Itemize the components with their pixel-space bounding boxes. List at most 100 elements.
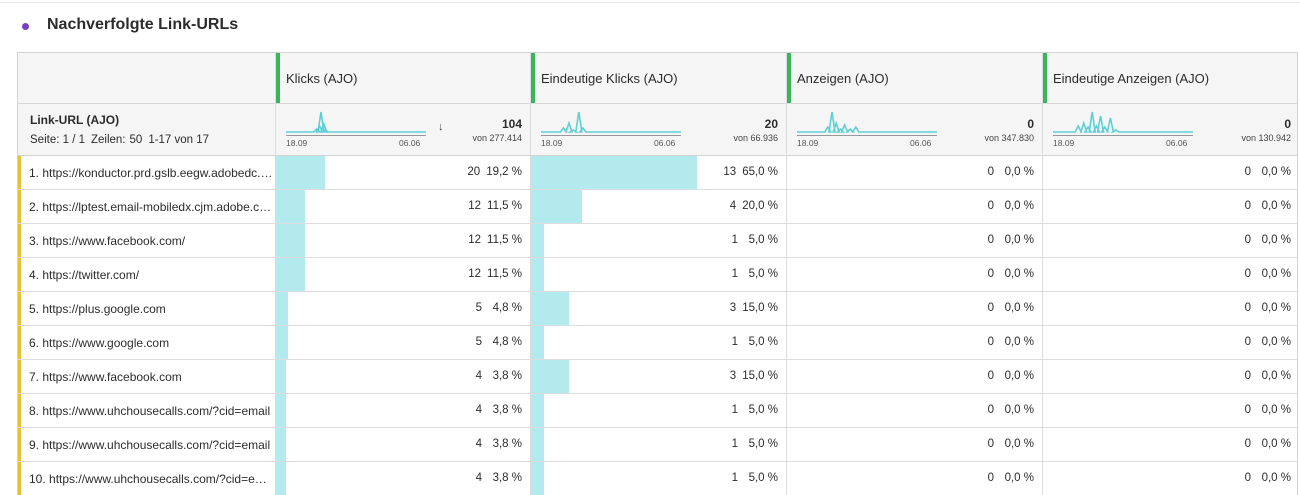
metric-cell[interactable]: 0 0,0 % — [786, 360, 1042, 393]
metric-cell[interactable]: 0 0,0 % — [786, 292, 1042, 325]
metric-cell[interactable]: 4 3,8 % — [275, 394, 530, 427]
metric-cell[interactable]: 0 0,0 % — [1042, 428, 1297, 461]
metric-values: 0 0,0 % — [1245, 302, 1291, 314]
dimension-cell[interactable]: 5. https://plus.google.com — [18, 292, 275, 325]
metric-cell[interactable]: 4 3,8 % — [275, 462, 530, 495]
metric-cell[interactable]: 0 0,0 % — [786, 394, 1042, 427]
rows-label: Zeilen: — [90, 134, 126, 146]
metric-cell[interactable]: 20 19,2 % — [275, 156, 530, 189]
table-row[interactable]: 2. https://lptest.email-mobiledx.cjm.ado… — [18, 190, 1297, 224]
metric-cell[interactable]: 0 0,0 % — [1042, 156, 1297, 189]
dimension-cell[interactable]: 7. https://www.facebook.com — [18, 360, 275, 393]
table-row[interactable]: 3. https://www.facebook.com/12 11,5 % 1 5,0… — [18, 224, 1297, 258]
metric-cell[interactable]: 0 0,0 % — [1042, 224, 1297, 257]
metric-percent: 3,8 % — [492, 404, 522, 416]
metric-cell[interactable]: 12 11,5 % — [275, 190, 530, 223]
rows-per-page-select[interactable]: 50 — [130, 134, 143, 146]
metric-cell[interactable]: 5 4,8 % — [275, 292, 530, 325]
metric-value: 0 — [987, 370, 994, 382]
metric-cell[interactable]: 1 5,0 % — [530, 462, 786, 495]
metric-cell[interactable]: 0 0,0 % — [786, 428, 1042, 461]
table-row[interactable]: 10. https://www.uhchousecalls.com/?cid=e… — [18, 462, 1297, 495]
metric-cell[interactable]: 1 5,0 % — [530, 394, 786, 427]
dimension-cell[interactable]: 2. https://lptest.email-mobiledx.cjm.ado… — [18, 190, 275, 223]
metric-cell[interactable]: 3 15,0 % — [530, 292, 786, 325]
metric-cell[interactable]: 1 5,0 % — [530, 258, 786, 291]
dimension-cell[interactable]: 1. https://konductor.prd.gslb.eegw.adobe… — [18, 156, 275, 189]
metric-values: 5 4,8 % — [476, 336, 522, 348]
metric-header-impressions[interactable]: Anzeigen (AJO) — [786, 53, 1042, 103]
link-url-label: 9. https://www.uhchousecalls.com/?cid=em… — [29, 438, 271, 452]
metric-cell[interactable]: 1 5,0 % — [530, 224, 786, 257]
dimension-cell[interactable]: 6. https://www.google.com — [18, 326, 275, 359]
metric-cell[interactable]: 4 3,8 % — [275, 428, 530, 461]
metric-cell[interactable]: 1 5,0 % — [530, 326, 786, 359]
metric-cell[interactable]: 0 0,0 % — [1042, 292, 1297, 325]
table-row[interactable]: 1. https://konductor.prd.gslb.eegw.adobe… — [18, 156, 1297, 190]
metric-values: 0 0,0 % — [1245, 166, 1291, 178]
dimension-cell[interactable]: 4. https://twitter.com/ — [18, 258, 275, 291]
metric-cell[interactable]: 0 0,0 % — [1042, 462, 1297, 495]
metric-percent: 4,8 % — [492, 336, 522, 348]
table-row[interactable]: 8. https://www.uhchousecalls.com/?cid=em… — [18, 394, 1297, 428]
table-row[interactable]: 5. https://plus.google.com 5 4,8 % 3 15,0 % 0… — [18, 292, 1297, 326]
sparkline-series — [286, 111, 426, 133]
table-row[interactable]: 4. https://twitter.com/12 11,5 % 1 5,0 % 0 0,… — [18, 258, 1297, 292]
metric-percent-bar — [531, 190, 582, 223]
table-row[interactable]: 7. https://www.facebook.com 4 3,8 % 3 15,0 %… — [18, 360, 1297, 394]
metric-values: 0 0,0 % — [988, 234, 1034, 246]
metric-cell[interactable]: 0 0,0 % — [1042, 326, 1297, 359]
sort-descending-icon[interactable]: ↓ — [438, 121, 444, 133]
metric-cell[interactable]: 0 0,0 % — [1042, 258, 1297, 291]
metric-cell[interactable]: 3 15,0 % — [530, 360, 786, 393]
metric-percent: 0,0 % — [1261, 234, 1291, 246]
metric-percent: 15,0 % — [742, 302, 778, 314]
table-row[interactable]: 6. https://www.google.com 5 4,8 % 1 5,0 % 0 0,… — [18, 326, 1297, 360]
metric-cell[interactable]: 13 65,0 % — [530, 156, 786, 189]
metric-header-clicks[interactable]: Klicks (AJO) — [275, 53, 530, 103]
link-url-label: 4. https://twitter.com/ — [29, 268, 140, 282]
page-label: Seite: 1 / 1 — [30, 134, 85, 146]
metric-percent: 0,0 % — [1004, 234, 1034, 246]
metric-cell[interactable]: 0 0,0 % — [1042, 360, 1297, 393]
dimension-cell[interactable]: 3. https://www.facebook.com/ — [18, 224, 275, 257]
metric-values: 0 0,0 % — [988, 404, 1034, 416]
panel-color-dot — [22, 23, 29, 30]
metric-cell[interactable]: 0 0,0 % — [786, 462, 1042, 495]
link-url-label: 5. https://plus.google.com — [29, 302, 166, 316]
metric-total: 20 — [764, 117, 778, 131]
metric-cell[interactable]: 0 0,0 % — [1042, 394, 1297, 427]
metric-value: 0 — [1244, 268, 1251, 280]
metric-cell[interactable]: 0 0,0 % — [1042, 190, 1297, 223]
metric-percent: 5,0 % — [748, 234, 778, 246]
metric-cell[interactable]: 0 0,0 % — [786, 326, 1042, 359]
metric-header-unique-clicks[interactable]: Eindeutige Klicks (AJO) — [530, 53, 786, 103]
metric-value: 0 — [987, 404, 994, 416]
table-row[interactable]: 9. https://www.uhchousecalls.com/?cid=em… — [18, 428, 1297, 462]
panel-title[interactable]: Nachverfolgte Link-URLs — [47, 16, 238, 34]
metric-values: 1 5,0 % — [732, 472, 778, 484]
metric-cell[interactable]: 4 3,8 % — [275, 360, 530, 393]
dimension-cell[interactable]: 8. https://www.uhchousecalls.com/?cid=em… — [18, 394, 275, 427]
dimension-cell[interactable]: 9. https://www.uhchousecalls.com/?cid=em… — [18, 428, 275, 461]
metric-cell[interactable]: 5 4,8 % — [275, 326, 530, 359]
metric-value: 1 — [731, 234, 738, 246]
link-url-label: 3. https://www.facebook.com/ — [29, 234, 186, 248]
metric-cell[interactable]: 1 5,0 % — [530, 428, 786, 461]
metric-values: 1 5,0 % — [732, 438, 778, 450]
metric-cell[interactable]: 0 0,0 % — [786, 190, 1042, 223]
metric-cell[interactable]: 12 11,5 % — [275, 258, 530, 291]
metric-cell[interactable]: 0 0,0 % — [786, 156, 1042, 189]
metric-cell[interactable]: 0 0,0 % — [786, 224, 1042, 257]
dimension-title[interactable]: Link-URL (AJO) — [30, 113, 119, 127]
dimension-cell[interactable]: 10. https://www.uhchousecalls.com/?cid=e… — [18, 462, 275, 495]
metric-percent: 65,0 % — [742, 166, 778, 178]
metric-percent: 0,0 % — [1004, 166, 1034, 178]
panel-header: Nachverfolgte Link-URLs — [0, 0, 1300, 52]
metric-cell[interactable]: 12 11,5 % — [275, 224, 530, 257]
metric-percent: 0,0 % — [1004, 438, 1034, 450]
metric-cell[interactable]: 0 0,0 % — [786, 258, 1042, 291]
metric-percent: 0,0 % — [1261, 438, 1291, 450]
metric-header-unique-impressions[interactable]: Eindeutige Anzeigen (AJO) — [1042, 53, 1297, 103]
metric-cell[interactable]: 4 20,0 % — [530, 190, 786, 223]
